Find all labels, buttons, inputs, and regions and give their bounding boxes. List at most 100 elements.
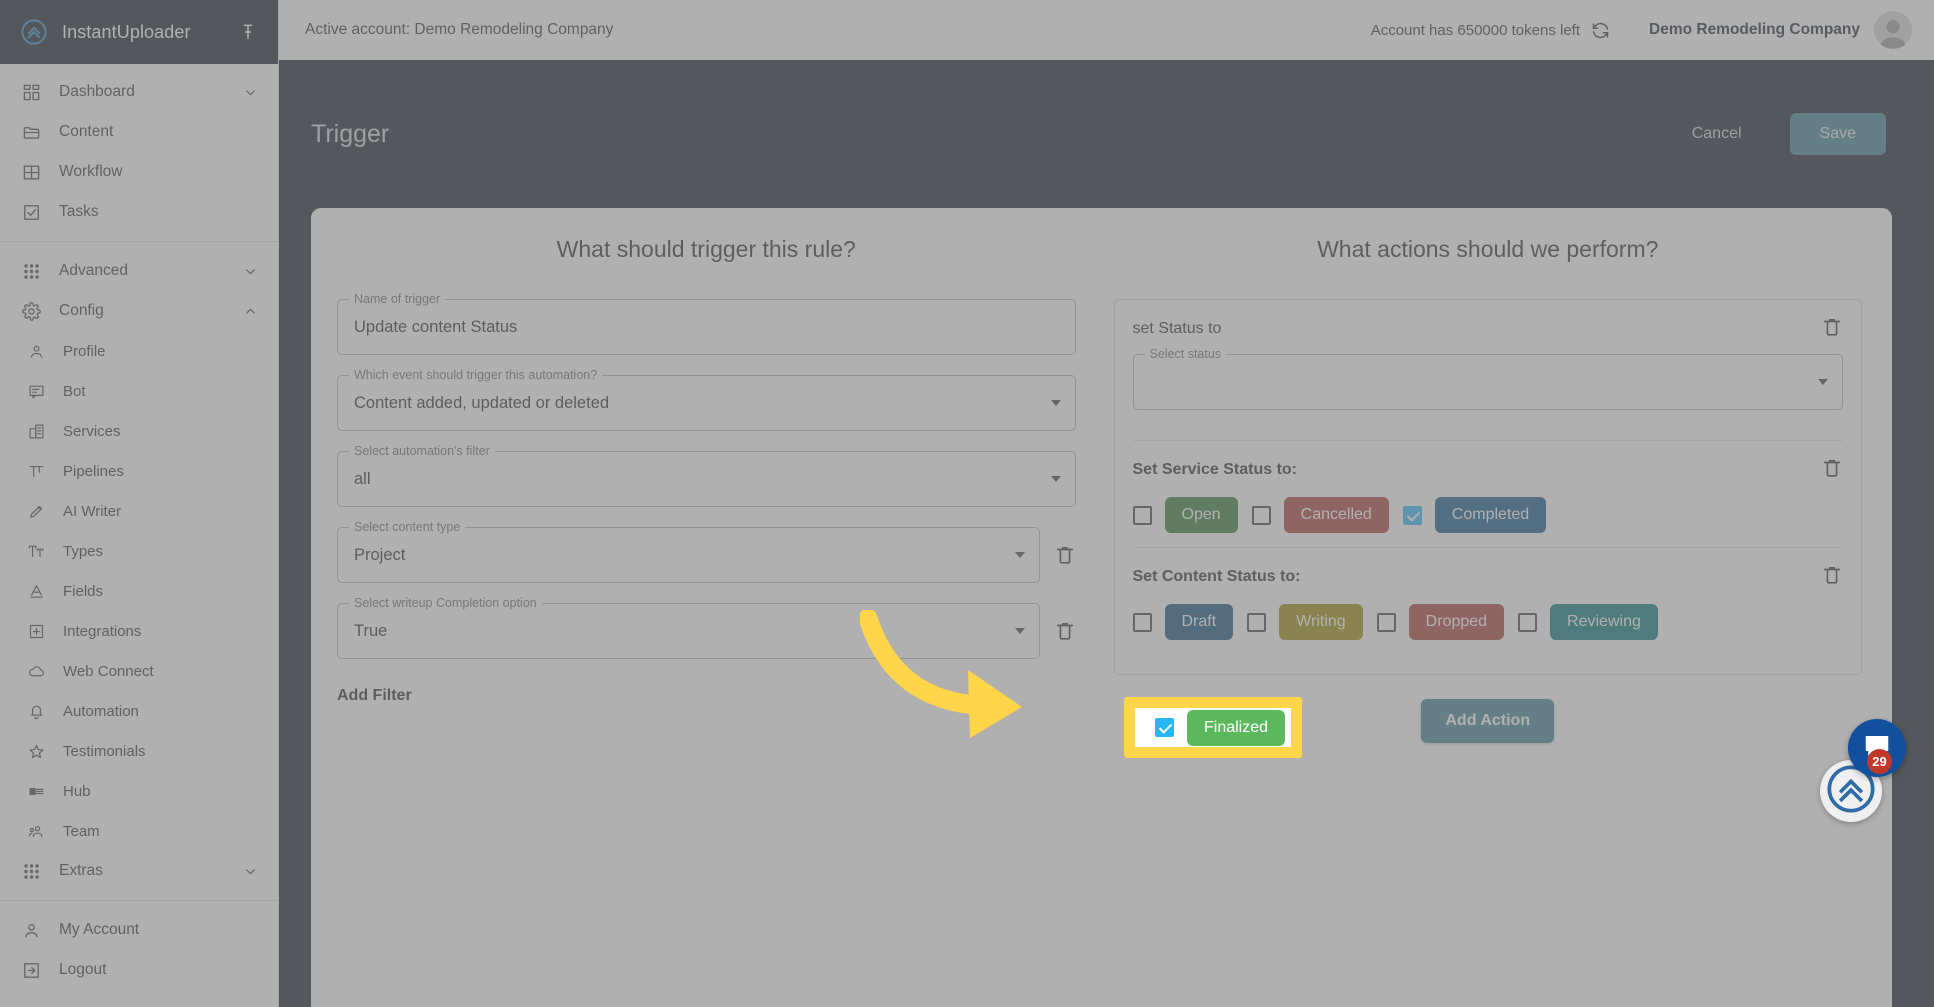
checkbox-cancelled[interactable] — [1251, 505, 1271, 525]
bell-icon — [28, 703, 45, 720]
field-select-status[interactable]: Select status — [1132, 346, 1843, 410]
field-label: Select content type — [349, 519, 466, 535]
checkbox-draft[interactable] — [1132, 612, 1152, 632]
chevron-up-icon[interactable] — [243, 304, 258, 319]
chip-group-writing: Writing — [1247, 604, 1363, 640]
chevron-down-icon[interactable] — [243, 85, 258, 100]
checkbox-completed[interactable] — [1402, 505, 1422, 525]
field-label: Select writeup Completion option — [349, 595, 542, 611]
apps-grid-icon — [22, 262, 41, 281]
sidebar-item-advanced[interactable]: Advanced — [0, 251, 278, 291]
brand-name: InstantUploader — [62, 21, 191, 42]
sidebar-header: InstantUploader — [0, 0, 278, 64]
status-chip-dropped[interactable]: Dropped — [1408, 604, 1505, 640]
page-header: Trigger Cancel Save — [279, 60, 1934, 208]
chevron-down-icon[interactable] — [243, 864, 258, 879]
chevron-down-icon[interactable] — [1818, 379, 1828, 385]
chip-group-completed: Completed — [1402, 497, 1547, 533]
chip-group-draft: Draft — [1132, 604, 1234, 640]
sidebar-item-dashboard[interactable]: Dashboard — [0, 72, 278, 112]
chevron-down-icon[interactable] — [1014, 552, 1025, 558]
sidebar-item-hub[interactable]: Hub — [0, 771, 278, 811]
sidebar-item-ai-writer[interactable]: AI Writer — [0, 491, 278, 531]
action-group: Set Content Status to: Draft Writing Droppe… — [1132, 548, 1844, 654]
sidebar-item-integrations[interactable]: Integrations — [0, 611, 278, 651]
columns-icon — [28, 463, 45, 480]
status-chip-row: Open Cancelled Completed — [1132, 479, 1844, 533]
trigger-panel-heading: What should trigger this rule? — [556, 236, 856, 262]
trigger-conditions-panel: What should trigger this rule? Name of t… — [311, 208, 1102, 1007]
add-action-button[interactable]: Add Action — [1421, 699, 1555, 743]
action-group: Set Service Status to: Open Cancelled Compl… — [1132, 441, 1844, 547]
sidebar-item-label: Advanced — [59, 262, 128, 279]
field-select-writeup-completion-option[interactable]: Select writeup Completion option True — [337, 595, 1040, 659]
pin-icon[interactable] — [238, 22, 258, 42]
delete-action-icon[interactable] — [1821, 564, 1843, 586]
sidebar-item-my-account[interactable]: My Account — [0, 910, 278, 950]
table-icon — [22, 163, 41, 182]
delete-action-icon[interactable] — [1821, 457, 1843, 479]
field-which-event-should-trigger-this-automation-[interactable]: Which event should trigger this automati… — [337, 367, 1076, 431]
sidebar-item-config[interactable]: Config — [0, 291, 278, 331]
avatar[interactable] — [1874, 11, 1912, 49]
field-box[interactable]: all — [337, 451, 1076, 507]
field-select-automation-s-filter[interactable]: Select automation's filter all — [337, 443, 1076, 507]
save-button[interactable]: Save — [1789, 113, 1886, 155]
pencil-icon — [28, 503, 45, 520]
checkbox-open[interactable] — [1132, 505, 1152, 525]
person-icon — [22, 921, 41, 940]
sidebar-item-logout[interactable]: Logout — [0, 950, 278, 990]
building-icon — [28, 423, 45, 440]
finalized-checkbox[interactable] — [1155, 718, 1174, 737]
sidebar-item-fields[interactable]: Fields — [0, 571, 278, 611]
sidebar-item-workflow[interactable]: Workflow — [0, 152, 278, 192]
checkbox-dropped[interactable] — [1376, 612, 1396, 632]
field-select-content-type[interactable]: Select content type Project — [337, 519, 1040, 583]
sidebar-item-web-connect[interactable]: Web Connect — [0, 651, 278, 691]
sidebar-item-team[interactable]: Team — [0, 811, 278, 851]
chevron-down-icon[interactable] — [243, 264, 258, 279]
field-box[interactable]: Update content Status — [337, 299, 1076, 355]
sidebar-item-extras[interactable]: Extras — [0, 851, 278, 891]
field-box[interactable]: Project — [337, 527, 1040, 583]
sidebar-item-services[interactable]: Services — [0, 411, 278, 451]
sidebar-item-testimonials[interactable]: Testimonials — [0, 731, 278, 771]
message-lines-icon — [28, 383, 45, 400]
field-box[interactable]: Content added, updated or deleted — [337, 375, 1076, 431]
status-chip-draft[interactable]: Draft — [1164, 604, 1234, 640]
sidebar-item-bot[interactable]: Bot — [0, 371, 278, 411]
field-box[interactable]: True — [337, 603, 1040, 659]
delete-action-icon[interactable] — [1821, 316, 1843, 338]
sidebar-item-types[interactable]: Types — [0, 531, 278, 571]
chevron-down-icon[interactable] — [1050, 476, 1061, 482]
status-chip-cancelled[interactable]: Cancelled — [1283, 497, 1389, 533]
sidebar-item-label: Tasks — [59, 203, 99, 220]
add-filter-button[interactable]: Add Filter — [337, 687, 1076, 705]
status-chip-completed[interactable]: Completed — [1434, 497, 1547, 533]
cancel-button[interactable]: Cancel — [1665, 113, 1768, 155]
status-chip-open[interactable]: Open — [1164, 497, 1238, 533]
sidebar-item-automation[interactable]: Automation — [0, 691, 278, 731]
field-label: Select status — [1144, 346, 1227, 362]
field-box[interactable] — [1132, 354, 1843, 410]
sidebar-item-pipelines[interactable]: Pipelines — [0, 451, 278, 491]
sidebar-item-profile[interactable]: Profile — [0, 331, 278, 371]
sidebar-item-content[interactable]: Content — [0, 112, 278, 152]
action-group-title: set Status to — [1132, 320, 1222, 337]
finalized-status-chip[interactable]: Finalized — [1187, 709, 1286, 746]
sidebar-item-tasks[interactable]: Tasks — [0, 192, 278, 232]
checkbox-writing[interactable] — [1247, 612, 1267, 632]
status-chip-writing[interactable]: Writing — [1279, 604, 1363, 640]
highlight-callout-box: Finalized — [1124, 697, 1302, 758]
chevron-down-icon[interactable] — [1050, 400, 1061, 406]
delete-field-icon[interactable] — [1054, 620, 1076, 642]
status-chip-row: Draft Writing Dropped Reviewing — [1132, 586, 1844, 640]
refresh-icon[interactable] — [1590, 20, 1611, 41]
plus-square-icon — [28, 623, 45, 640]
chevron-down-icon[interactable] — [1014, 628, 1025, 634]
checkbox-reviewing[interactable] — [1518, 612, 1538, 632]
delete-field-icon[interactable] — [1054, 544, 1076, 566]
status-chip-reviewing[interactable]: Reviewing — [1550, 604, 1658, 640]
field-name-of-trigger[interactable]: Name of trigger Update content Status — [337, 291, 1076, 355]
sidebar: InstantUploader Dashboard Content Workflow… — [0, 0, 279, 1007]
